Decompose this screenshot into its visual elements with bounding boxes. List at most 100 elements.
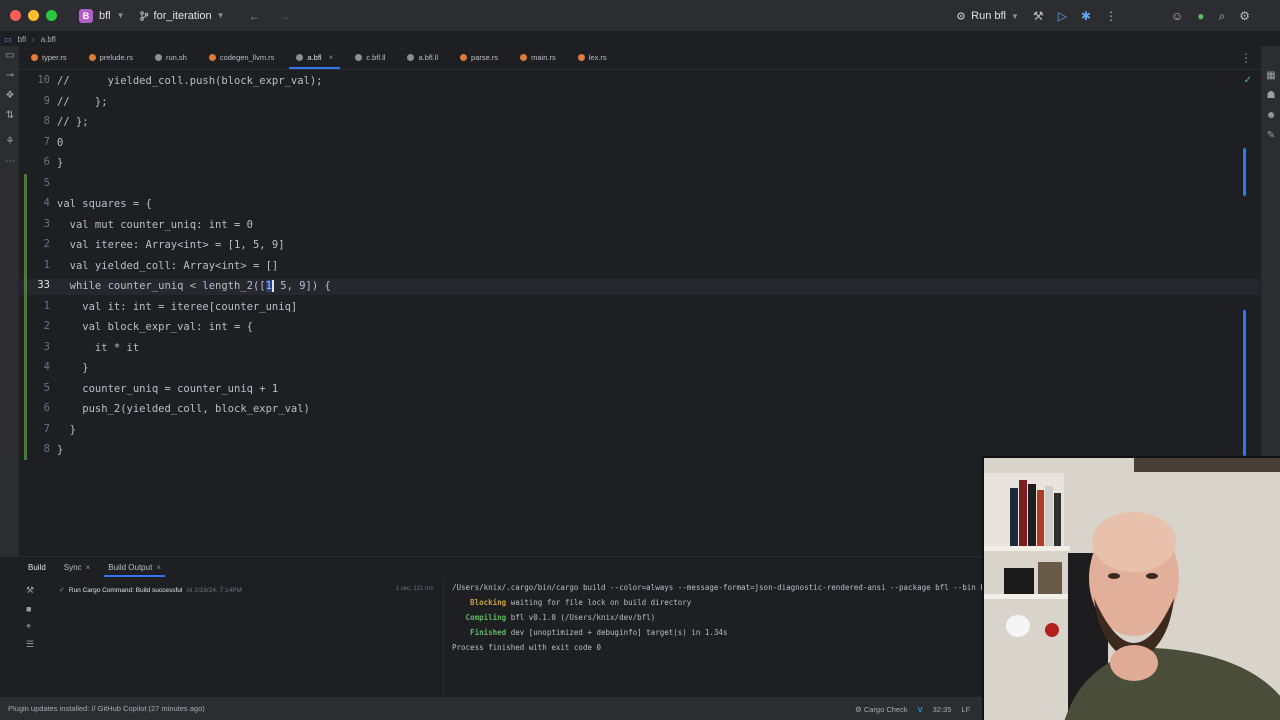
line-number[interactable]: 33	[20, 279, 50, 291]
run-configuration-selector[interactable]: Run bfl ▼	[956, 10, 1019, 22]
zoom-window-button[interactable]	[46, 10, 57, 21]
pull-requests-icon[interactable]: ⇅	[4, 110, 16, 122]
tab-build-output[interactable]: Build Output ×	[104, 557, 165, 577]
pin-icon[interactable]: ⌖	[26, 621, 31, 632]
line-number[interactable]: 4	[20, 361, 50, 373]
build-hammer-icon[interactable]: ⚒	[1033, 9, 1044, 23]
scrollbar-thumb[interactable]	[1243, 310, 1246, 456]
tab-a-bfl-ll[interactable]: a.bfl.ll	[396, 46, 449, 69]
line-number[interactable]: 4	[20, 197, 50, 209]
build-hammer-icon[interactable]: ⚒	[26, 585, 34, 596]
code-line[interactable]: // };	[57, 115, 89, 129]
project-folder-icon[interactable]: ▭	[4, 50, 16, 62]
line-number[interactable]: 6	[20, 402, 50, 414]
build-console[interactable]: /Users/knix/.cargo/bin/cargo build --col…	[452, 583, 982, 693]
breadcrumb-separator: ›	[32, 34, 35, 44]
tab-sync[interactable]: Sync ×	[64, 557, 90, 577]
tab-codegen-llvm-rs[interactable]: codegen_llvm.rs	[198, 46, 286, 69]
window-controls	[10, 10, 57, 21]
ai-assistant-icon[interactable]: ●	[1197, 9, 1204, 23]
run-icon[interactable]: ▷	[1058, 9, 1067, 23]
settings-gear-icon[interactable]: ⚙	[1239, 9, 1250, 23]
breadcrumb-item[interactable]: bfl	[18, 35, 26, 44]
tab-main-rs[interactable]: main.rs	[509, 46, 567, 69]
close-icon[interactable]: ×	[329, 53, 334, 62]
line-number[interactable]: 3	[20, 218, 50, 230]
copilot-icon[interactable]: ☻	[1265, 110, 1277, 122]
build-tree-item[interactable]: ✓ Run Cargo Command: Build successful At…	[59, 586, 242, 595]
more-menu-icon[interactable]: ⋮	[1105, 9, 1117, 23]
line-number[interactable]: 7	[20, 423, 50, 435]
tab-lex-rs[interactable]: lex.rs	[567, 46, 618, 69]
code-line[interactable]: val yielded_coll: Array<int> = []	[57, 259, 279, 273]
code-line[interactable]: val block_expr_val: int = {	[57, 320, 253, 334]
line-number[interactable]: 10	[20, 74, 50, 86]
search-icon[interactable]: ⌕	[1219, 9, 1226, 24]
status-message[interactable]: Plugin updates installed: // GitHub Copi…	[8, 704, 205, 713]
tabs-more-icon[interactable]: ⋮	[1240, 51, 1252, 65]
database-icon[interactable]: ▦	[1265, 70, 1277, 82]
line-number[interactable]: 1	[20, 300, 50, 312]
code-line[interactable]: }	[57, 361, 88, 375]
tab-prelude-rs[interactable]: prelude.rs	[78, 46, 144, 69]
line-number[interactable]: 8	[20, 115, 50, 127]
cargo-check-widget[interactable]: ⚙ Cargo Check	[855, 705, 908, 714]
code-line[interactable]: }	[57, 156, 63, 170]
line-number[interactable]: 1	[20, 259, 50, 271]
back-arrow-icon[interactable]: ←	[249, 9, 261, 23]
branch-selector[interactable]: for_iteration ▼	[139, 10, 225, 22]
line-number[interactable]: 8	[20, 443, 50, 455]
close-icon[interactable]: ×	[86, 563, 91, 572]
line-separator[interactable]: LF	[961, 705, 970, 714]
more-tools-icon[interactable]: ⋯	[4, 156, 16, 168]
code-line[interactable]: // yielded_coll.push(block_expr_val);	[57, 74, 323, 88]
inspection-ok-icon[interactable]: ✓	[1244, 75, 1252, 86]
code-line[interactable]: val squares = {	[57, 197, 152, 211]
code-line[interactable]: val mut counter_uniq: int = 0	[57, 218, 253, 232]
line-number[interactable]: 7	[20, 136, 50, 148]
code-text: 5, 9]) {	[273, 280, 331, 292]
project-selector[interactable]: B bfl ▼	[79, 8, 125, 23]
tab-build[interactable]: Build	[28, 557, 46, 577]
tab-typer-rs[interactable]: typer.rs	[20, 46, 78, 69]
tab-parse-rs[interactable]: parse.rs	[449, 46, 509, 69]
structure-icon[interactable]: ❖	[4, 90, 16, 102]
notifications-icon[interactable]: ☗	[1265, 90, 1277, 102]
current-code-line[interactable]: while counter_uniq < length_2([1 5, 9]) …	[57, 279, 331, 293]
console-text: waiting for file lock on build directory	[506, 598, 692, 607]
tab-c-bfl-ll[interactable]: c.bfl.ll	[344, 46, 396, 69]
code-line[interactable]: push_2(yielded_coll, block_expr_val)	[57, 402, 310, 416]
filter-icon[interactable]: ☰	[26, 639, 34, 650]
debug-bug-icon[interactable]: ✱	[1081, 9, 1091, 23]
code-line[interactable]: counter_uniq = counter_uniq + 1	[57, 382, 278, 396]
code-line[interactable]: // };	[57, 95, 108, 109]
line-number[interactable]: 5	[20, 382, 50, 394]
commit-icon[interactable]: ⊸	[4, 70, 16, 82]
tab-run-sh[interactable]: run.sh	[144, 46, 198, 69]
ai-chat-icon[interactable]: ✎	[1265, 130, 1277, 142]
line-number[interactable]: 2	[20, 320, 50, 332]
line-number[interactable]: 3	[20, 341, 50, 353]
cursor-position[interactable]: 32:35	[933, 705, 952, 714]
line-number[interactable]: 6	[20, 156, 50, 168]
account-icon[interactable]: ☺	[1171, 9, 1183, 23]
plugins-icon[interactable]: ⚘	[4, 136, 16, 148]
code-line[interactable]: val iteree: Array<int> = [1, 5, 9]	[57, 238, 285, 252]
line-number[interactable]: 2	[20, 238, 50, 250]
code-line[interactable]: }	[57, 443, 63, 457]
line-number[interactable]: 5	[20, 177, 50, 189]
close-icon[interactable]: ×	[156, 563, 161, 572]
close-window-button[interactable]	[10, 10, 21, 21]
code-line[interactable]: }	[57, 423, 76, 437]
code-line[interactable]: 0	[57, 136, 63, 150]
code-line[interactable]: it * it	[57, 341, 139, 355]
vim-mode-indicator[interactable]: V	[918, 705, 923, 714]
stop-icon[interactable]: ■	[26, 604, 31, 614]
code-line[interactable]: val it: int = iteree[counter_uniq]	[57, 300, 297, 314]
tab-a-bfl[interactable]: a.bfl ×	[285, 46, 344, 69]
forward-arrow-icon[interactable]: →	[279, 9, 291, 23]
success-check-icon: ✓	[59, 587, 65, 594]
breadcrumb-item[interactable]: a.bfl	[41, 35, 56, 44]
line-number[interactable]: 9	[20, 95, 50, 107]
minimize-window-button[interactable]	[28, 10, 39, 21]
